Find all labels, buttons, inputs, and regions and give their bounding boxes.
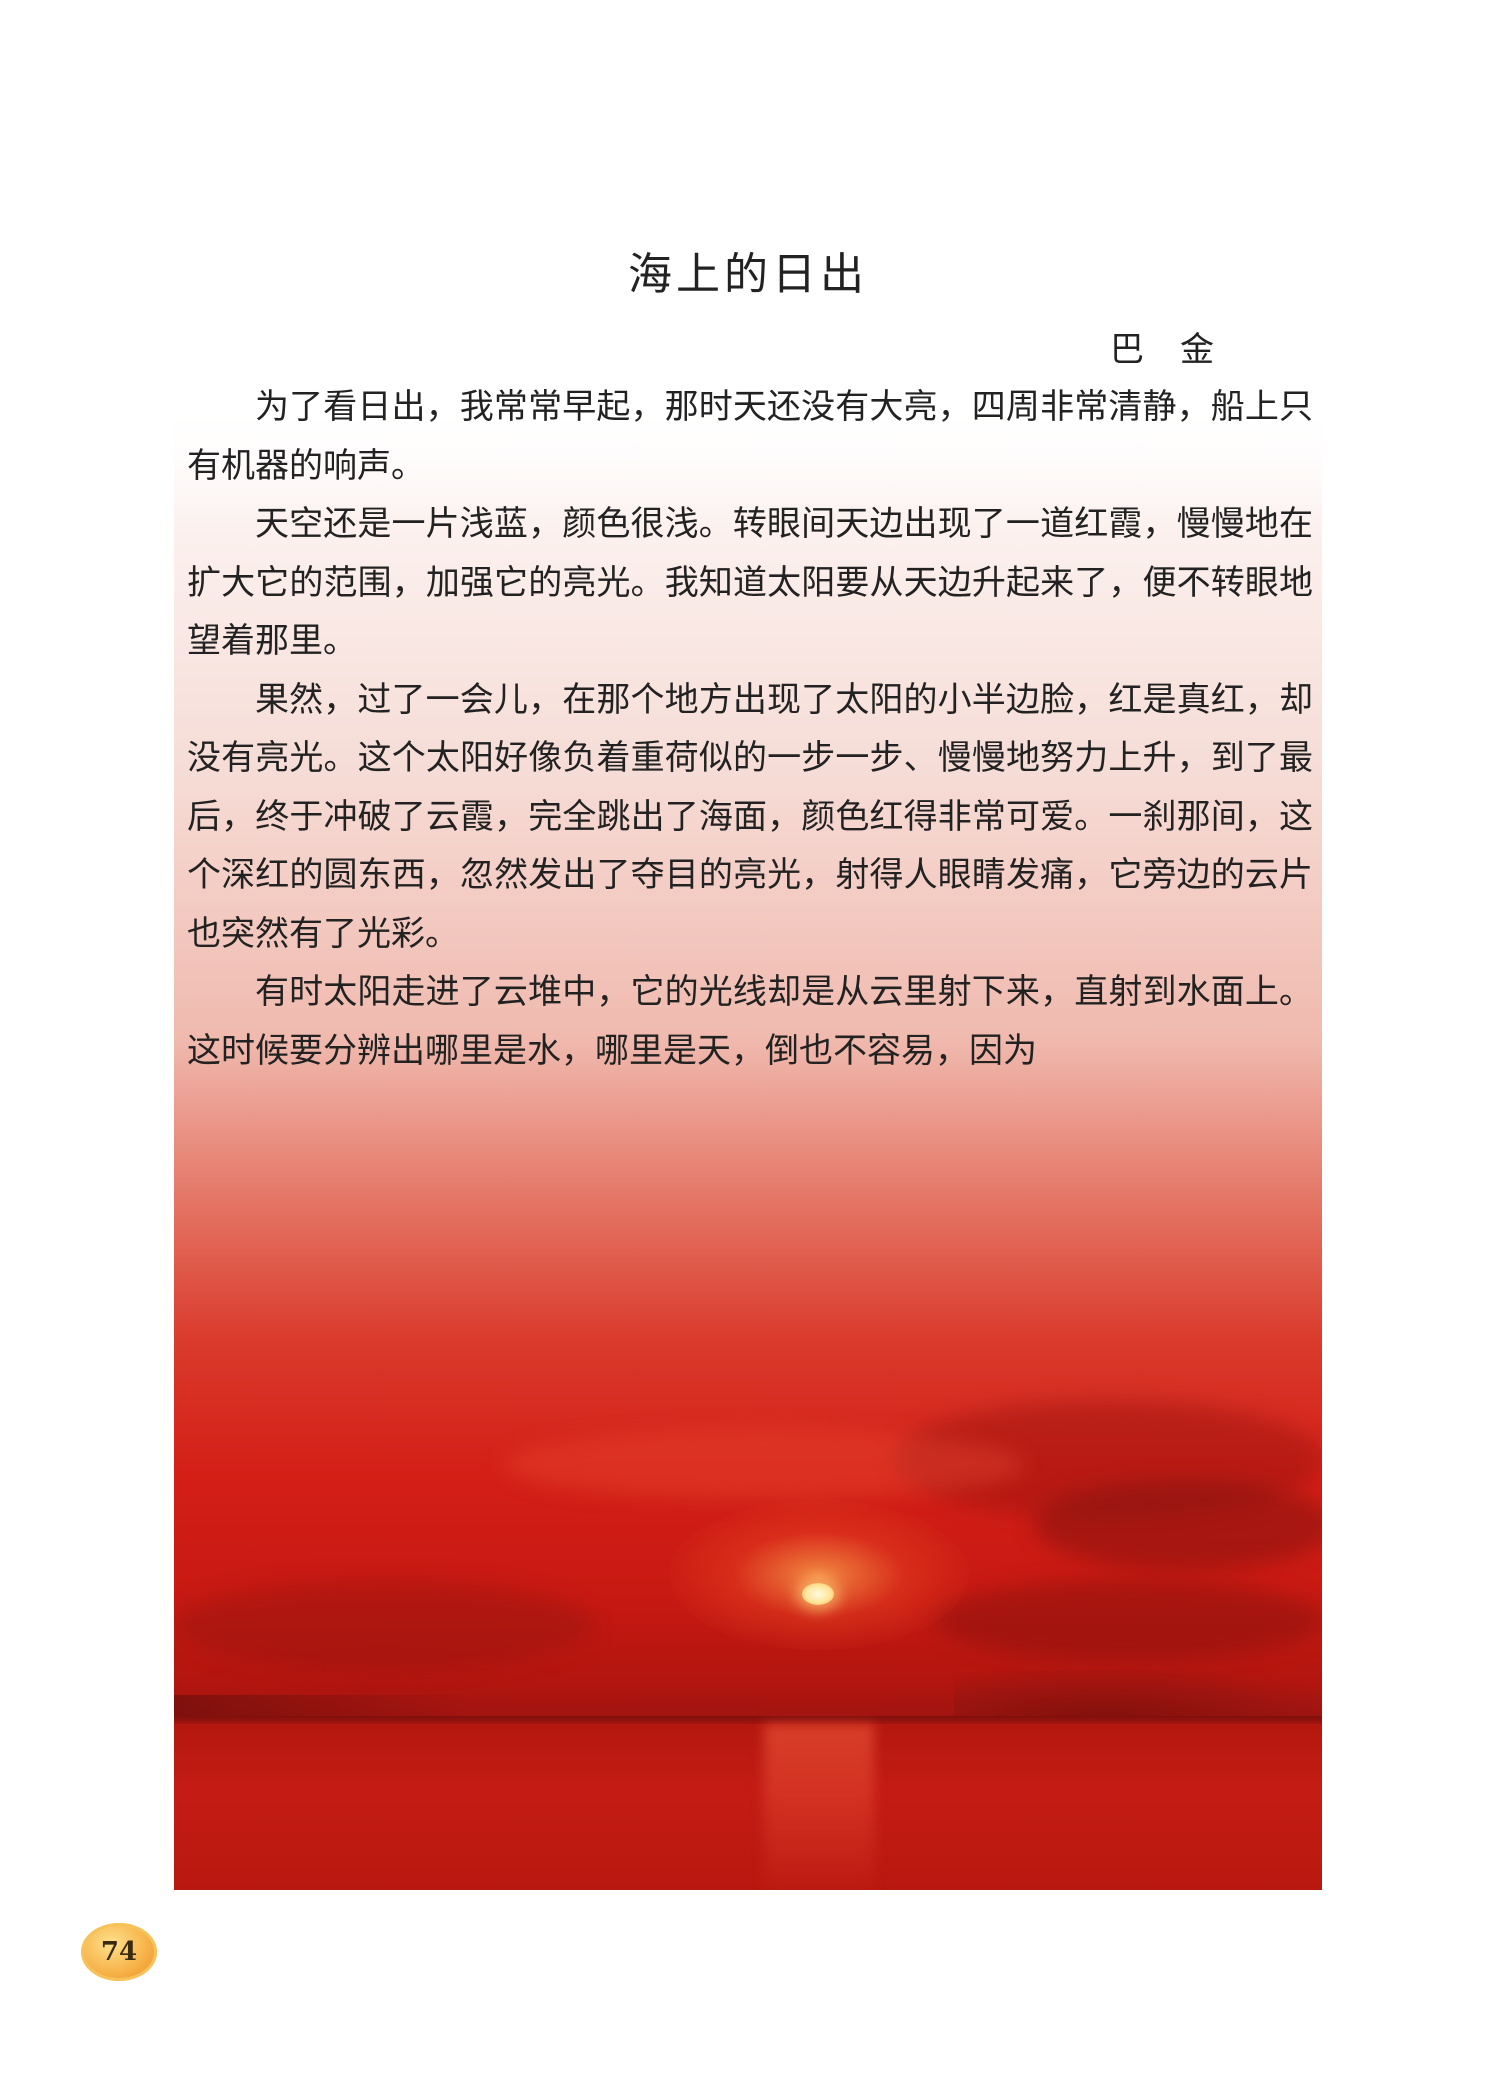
page-number-badge: 74 — [81, 1923, 157, 1981]
cloud — [934, 1580, 1322, 1660]
paragraph: 果然，过了一会儿，在那个地方出现了太阳的小半边脸，红是真红，却没有亮光。这个太阳… — [187, 679, 1313, 954]
cloud — [174, 1580, 594, 1670]
page-title: 海上的日出 — [628, 249, 868, 300]
cloud — [504, 1430, 1024, 1500]
sea-surface — [174, 1724, 1322, 1890]
distant-island — [954, 1670, 1322, 1720]
sun-glow — [669, 1500, 969, 1650]
page-number: 74 — [100, 1937, 138, 1967]
textbook-page: 海上的日出 巴金 为了看日出，我常常早起，那时天还没有大亮，四周非常清静，船上只… — [0, 0, 1496, 2094]
article-body: 为了看日出，我常常早起，那时天还没有大亮，四周非常清静，船上只有机器的响声。 天… — [187, 378, 1313, 1080]
rising-sun — [802, 1583, 834, 1605]
paragraph: 为了看日出，我常常早起，那时天还没有大亮，四周非常清静，船上只有机器的响声。 — [187, 387, 1313, 486]
horizon-line — [174, 1716, 1322, 1724]
paragraph: 天空还是一片浅蓝，颜色很浅。转眼间天边出现了一道红霞，慢慢地在扩大它的范围，加强… — [187, 504, 1313, 661]
author-name: 巴金 — [1110, 330, 1250, 370]
paragraph: 有时太阳走进了云堆中，它的光线却是从云里射下来，直射到水面上。这时候要分辨出哪里… — [187, 972, 1313, 1071]
cloud — [1034, 1480, 1322, 1570]
sun-reflection — [764, 1724, 874, 1890]
